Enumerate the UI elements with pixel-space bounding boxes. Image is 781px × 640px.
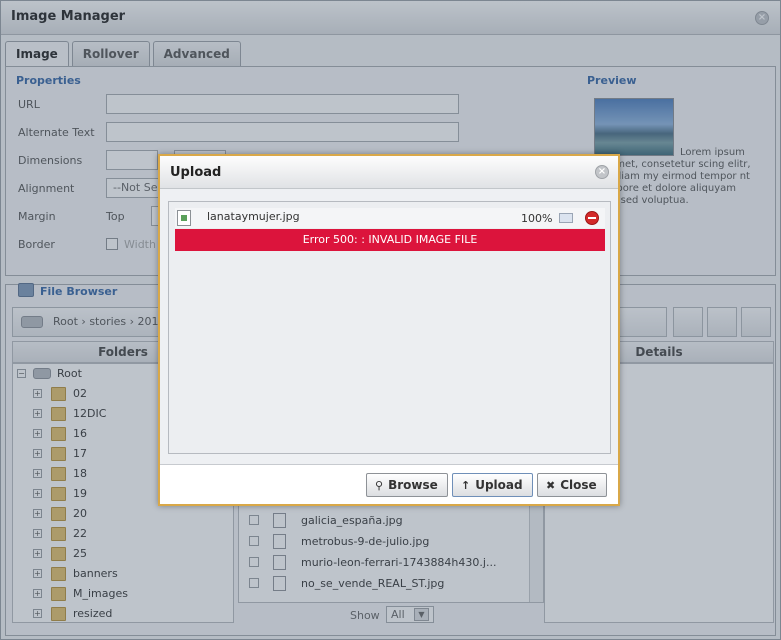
- browse-button[interactable]: ⚲ Browse: [366, 473, 448, 497]
- arrow-up-icon: ↑: [461, 479, 471, 492]
- image-file-icon: [177, 210, 191, 226]
- upload-file-name: lanataymujer.jpg: [207, 210, 300, 223]
- upload-body: lanataymujer.jpg 100% Error 500: : INVAL…: [160, 189, 618, 465]
- close-icon[interactable]: ×: [595, 165, 609, 179]
- remove-icon[interactable]: [585, 211, 599, 225]
- progress-icon: [559, 213, 573, 223]
- upload-error-message: Error 500: : INVALID IMAGE FILE: [175, 229, 605, 251]
- upload-progress: 100%: [521, 212, 553, 225]
- search-icon: ⚲: [375, 479, 384, 492]
- close-button[interactable]: ✖ Close: [537, 473, 607, 497]
- upload-item: lanataymujer.jpg 100%: [175, 208, 605, 228]
- upload-button[interactable]: ↑ Upload: [452, 473, 533, 497]
- upload-dialog: Upload × lanataymujer.jpg 100% Error 500…: [158, 154, 620, 506]
- upload-title-bar: Upload ×: [160, 156, 618, 189]
- upload-title: Upload: [170, 165, 222, 180]
- upload-footer: ⚲ Browse ↑ Upload ✖ Close: [160, 466, 618, 504]
- close-icon: ✖: [546, 479, 556, 492]
- upload-queue: lanataymujer.jpg 100% Error 500: : INVAL…: [168, 201, 611, 454]
